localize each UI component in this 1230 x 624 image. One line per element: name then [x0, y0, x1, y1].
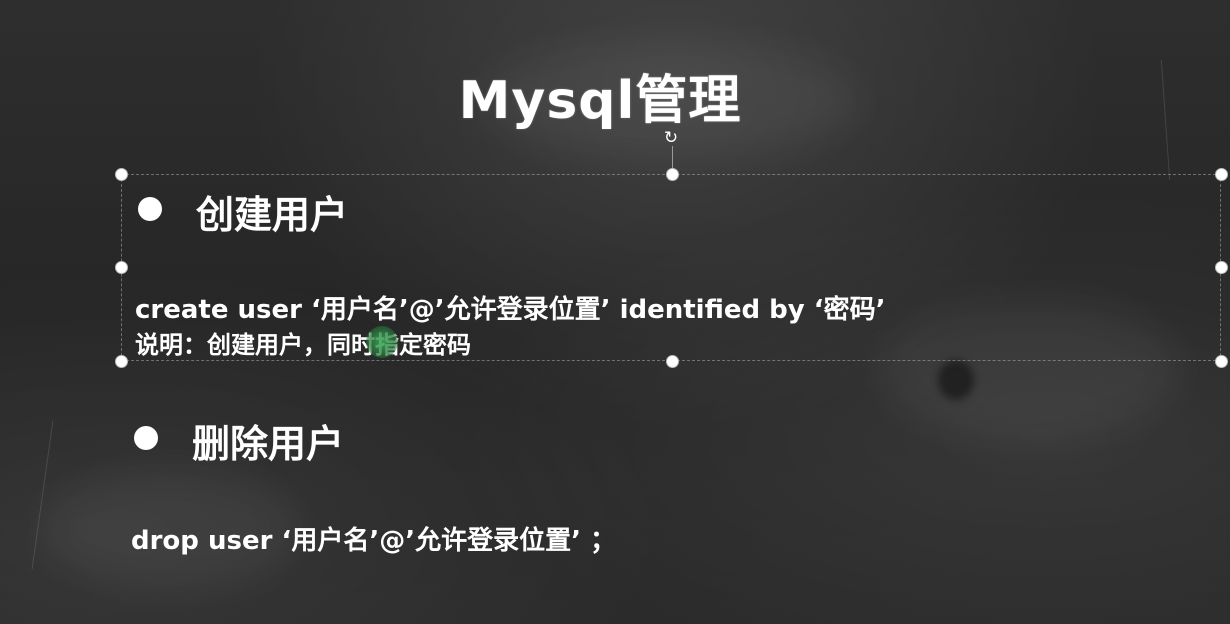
resize-handle-bottom-left[interactable] [115, 355, 128, 368]
create-user-command[interactable]: create user ‘用户名’@’允许登录位置’ identified by… [135, 289, 886, 326]
slide-title: Mysql管理 [458, 71, 742, 131]
create-user-note[interactable]: 说明：创建用户，同时指定密码 [135, 325, 471, 360]
drop-user-command[interactable]: drop user ‘用户名’@’允许登录位置’ ； [131, 520, 616, 557]
section-heading-drop-user: 删除用户 [192, 422, 345, 466]
bullet-dot [138, 197, 162, 221]
rotate-handle-icon[interactable]: ↻ [661, 128, 681, 148]
resize-handle-left[interactable] [115, 261, 128, 274]
resize-handle-bottom[interactable] [666, 355, 679, 368]
resize-handle-top-left[interactable] [115, 168, 128, 181]
resize-handle-top-right[interactable] [1215, 168, 1228, 181]
resize-handle-top[interactable] [666, 168, 679, 181]
resize-handle-right[interactable] [1215, 261, 1228, 274]
board-stain [938, 360, 974, 400]
resize-handle-bottom-right[interactable] [1215, 355, 1228, 368]
chalk-scratch [1160, 60, 1171, 180]
section-heading-create-user: 创建用户 [196, 193, 349, 237]
bullet-dot [134, 426, 158, 450]
